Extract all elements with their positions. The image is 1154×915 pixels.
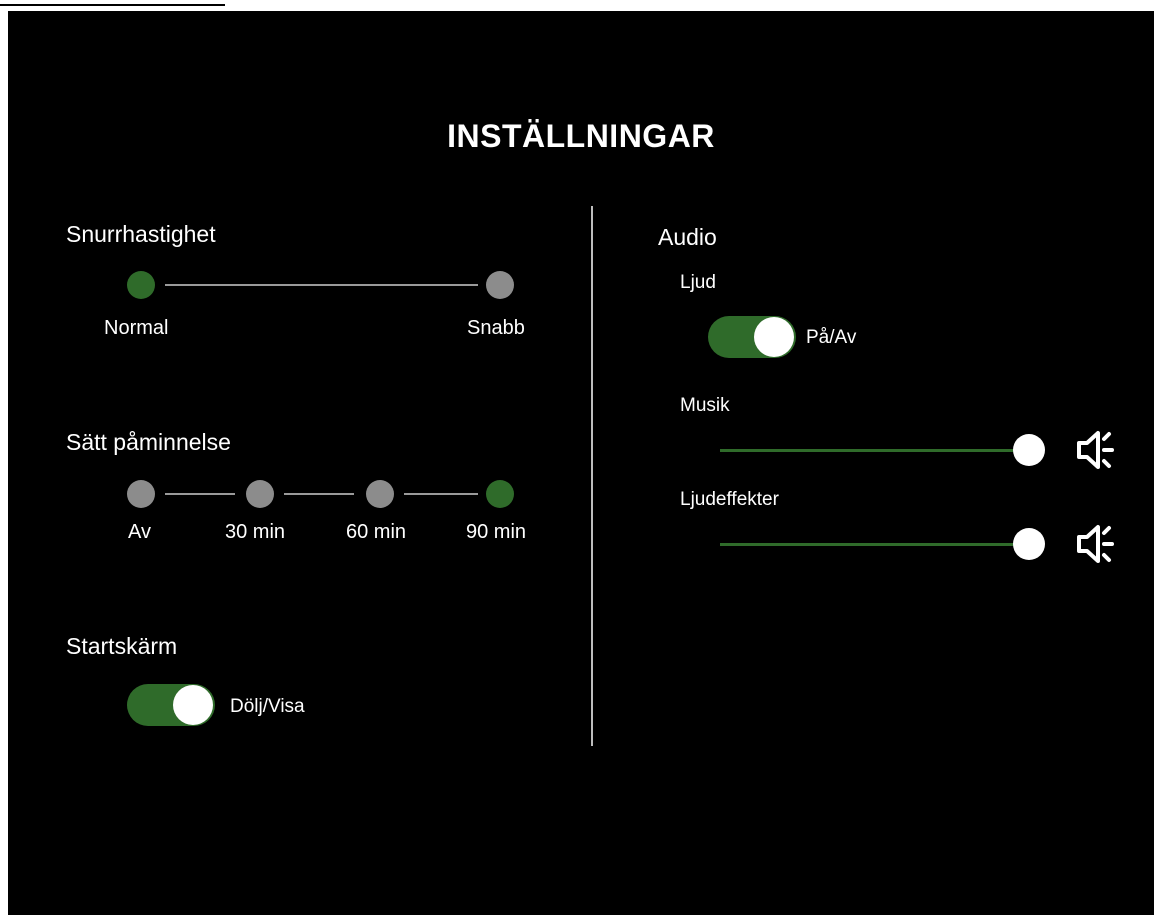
music-speaker-icon[interactable] (1076, 430, 1120, 470)
effects-slider-thumb[interactable] (1013, 528, 1045, 560)
start-screen-toggle[interactable] (127, 684, 215, 726)
start-screen-label: Startskärm (66, 633, 178, 659)
music-label: Musik (680, 395, 730, 416)
reminder-option-30[interactable] (246, 480, 274, 508)
column-divider (591, 206, 593, 746)
effects-speaker-icon[interactable] (1076, 524, 1120, 564)
reminder-90-label: 90 min (466, 521, 527, 543)
reminder-60-label: 60 min (346, 521, 407, 543)
reminder-label: Sätt påminnelse (66, 429, 231, 455)
page-title: INSTÄLLNINGAR (447, 118, 715, 154)
top-rule (0, 0, 225, 6)
reminder-connector (404, 493, 478, 495)
reminder-connector (165, 493, 235, 495)
spin-speed-label: Snurrhastighet (66, 221, 216, 247)
spin-speed-snabb-label: Snabb (467, 317, 525, 339)
reminder-connector (284, 493, 354, 495)
spin-speed-connector (165, 284, 478, 286)
music-slider-track[interactable] (720, 449, 1028, 452)
reminder-option-off[interactable] (127, 480, 155, 508)
reminder-30-label: 30 min (225, 521, 286, 543)
reminder-option-60[interactable] (366, 480, 394, 508)
spin-speed-normal-label: Normal (104, 317, 169, 339)
effects-label: Ljudeffekter (680, 489, 779, 510)
spin-speed-option-normal[interactable] (127, 271, 155, 299)
start-screen-toggle-label: Dölj/Visa (230, 696, 305, 717)
reminder-off-label: Av (128, 521, 151, 543)
sound-toggle-label: På/Av (806, 327, 857, 348)
audio-label: Audio (658, 224, 717, 250)
toggle-knob (173, 685, 213, 725)
spin-speed-option-snabb[interactable] (486, 271, 514, 299)
sound-toggle[interactable] (708, 316, 796, 358)
sound-label: Ljud (680, 272, 716, 293)
music-slider-thumb[interactable] (1013, 434, 1045, 466)
toggle-knob (754, 317, 794, 357)
reminder-option-90[interactable] (486, 480, 514, 508)
settings-screen: INSTÄLLNINGAR Snurrhastighet Normal Snab… (8, 11, 1154, 915)
effects-slider-track[interactable] (720, 543, 1028, 546)
